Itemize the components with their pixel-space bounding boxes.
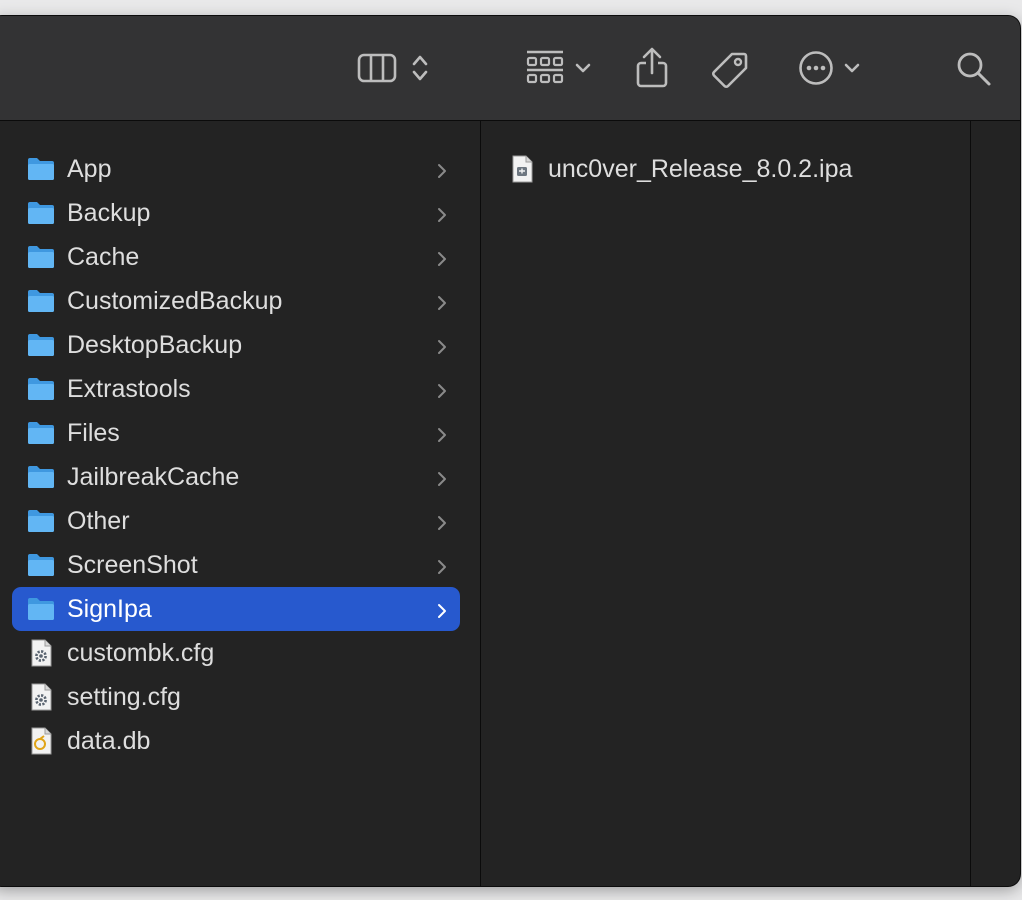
column-browser: App Backup Cache CustomizedBackup DesktopBac…: [0, 121, 1020, 886]
item-label: Other: [67, 507, 130, 535]
column-view-icon: [357, 52, 397, 84]
folder-icon: [26, 594, 56, 624]
grid-group-icon: [525, 49, 565, 87]
folder-row[interactable]: Other: [12, 499, 460, 543]
chevron-right-icon: [436, 599, 448, 619]
file-row[interactable]: setting.cfg: [12, 675, 460, 719]
item-label: App: [67, 155, 112, 183]
folder-row[interactable]: App: [12, 147, 460, 191]
folder-row[interactable]: DesktopBackup: [12, 323, 460, 367]
folder-row[interactable]: SignIpa: [12, 587, 460, 631]
folder-icon: [26, 418, 56, 448]
chevron-right-icon: [436, 423, 448, 443]
action-menu-button[interactable]: [794, 48, 864, 88]
item-label: data.db: [67, 727, 151, 755]
up-down-chevron-icon: [411, 53, 429, 83]
folder-icon: [26, 550, 56, 580]
folder-icon: [26, 374, 56, 404]
folder-row[interactable]: Extrastools: [12, 367, 460, 411]
ellipsis-circle-icon: [798, 50, 834, 86]
folder-row[interactable]: JailbreakCache: [12, 455, 460, 499]
item-label: Cache: [67, 243, 140, 271]
item-label: unc0ver_Release_8.0.2.ipa: [548, 155, 853, 183]
folder-icon: [26, 198, 56, 228]
toolbar: [0, 16, 1020, 121]
chevron-right-icon: [436, 159, 448, 179]
chevron-right-icon: [436, 291, 448, 311]
chevron-right-icon: [436, 379, 448, 399]
tag-button[interactable]: [708, 48, 752, 92]
chevron-right-icon: [436, 335, 448, 355]
group-by-button[interactable]: [520, 48, 596, 88]
file-row[interactable]: data.db: [12, 719, 460, 763]
database-file-icon: [26, 726, 56, 756]
chevron-right-icon: [436, 467, 448, 487]
folder-row[interactable]: Files: [12, 411, 460, 455]
item-label: Extrastools: [67, 375, 191, 403]
item-label: SignIpa: [67, 595, 152, 623]
tag-icon: [710, 50, 750, 90]
chevron-right-icon: [436, 247, 448, 267]
chevron-right-icon: [436, 511, 448, 531]
item-label: CustomizedBackup: [67, 287, 283, 315]
item-label: JailbreakCache: [67, 463, 240, 491]
chevron-right-icon: [436, 555, 448, 575]
folder-icon: [26, 506, 56, 536]
folder-row[interactable]: CustomizedBackup: [12, 279, 460, 323]
file-row[interactable]: unc0ver_Release_8.0.2.ipa: [493, 147, 933, 191]
ipa-file-icon: [507, 154, 537, 184]
folder-icon: [26, 330, 56, 360]
folder-row[interactable]: Cache: [12, 235, 460, 279]
share-icon: [635, 47, 669, 89]
search-button[interactable]: [954, 49, 994, 89]
config-file-icon: [26, 638, 56, 668]
item-label: Backup: [67, 199, 151, 227]
share-button[interactable]: [632, 44, 672, 92]
folder-icon: [26, 462, 56, 492]
chevron-right-icon: [436, 203, 448, 223]
item-label: custombk.cfg: [67, 639, 215, 667]
config-file-icon: [26, 682, 56, 712]
finder-window: App Backup Cache CustomizedBackup DesktopBac…: [0, 16, 1020, 886]
folder-icon: [26, 242, 56, 272]
column-2: unc0ver_Release_8.0.2.ipa: [481, 121, 971, 886]
column-1: App Backup Cache CustomizedBackup DesktopBac…: [0, 121, 481, 886]
folder-row[interactable]: ScreenShot: [12, 543, 460, 587]
chevron-down-icon: [844, 62, 860, 74]
item-label: setting.cfg: [67, 683, 181, 711]
search-icon: [956, 51, 992, 87]
folder-row[interactable]: Backup: [12, 191, 460, 235]
view-mode-button[interactable]: [348, 50, 438, 86]
file-row[interactable]: custombk.cfg: [12, 631, 460, 675]
item-label: Files: [67, 419, 120, 447]
item-label: ScreenShot: [67, 551, 198, 579]
folder-icon: [26, 154, 56, 184]
chevron-down-icon: [575, 62, 591, 74]
folder-icon: [26, 286, 56, 316]
item-label: DesktopBackup: [67, 331, 243, 359]
